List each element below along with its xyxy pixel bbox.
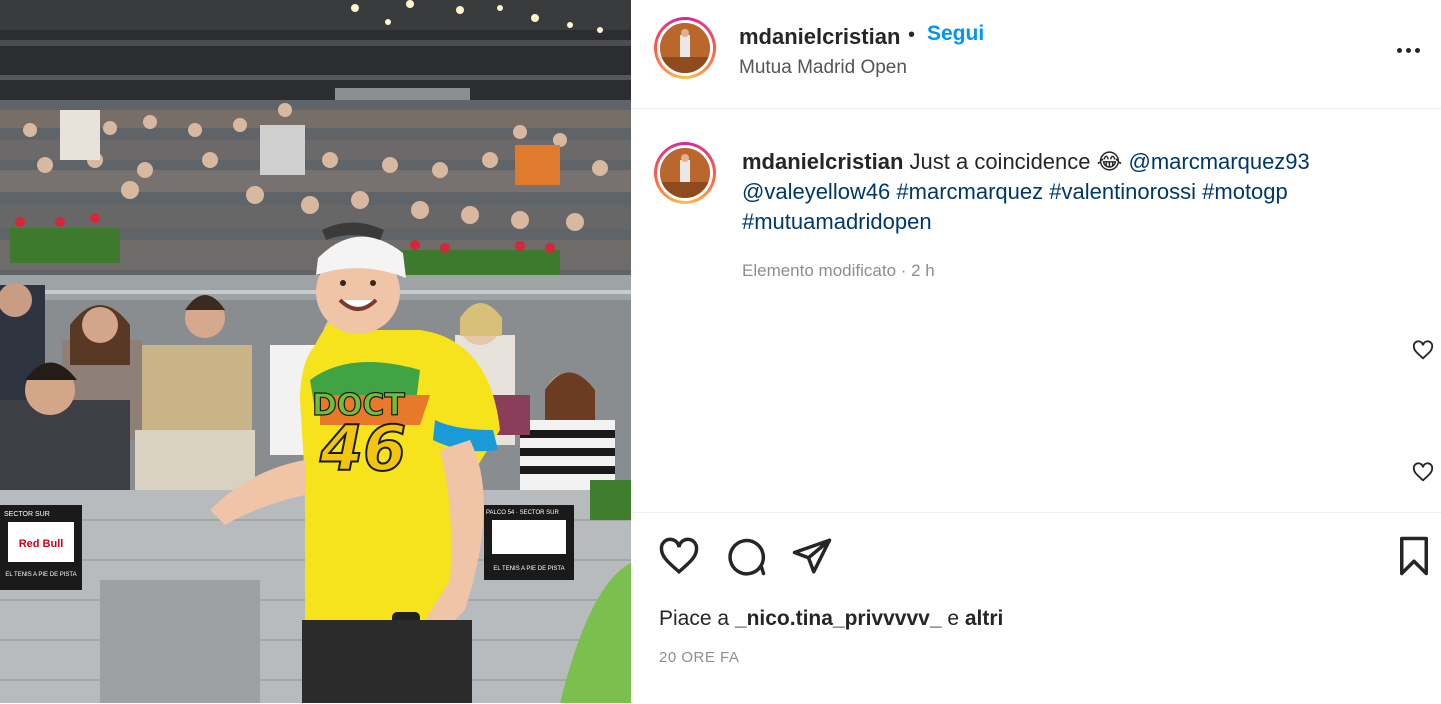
share-send-icon[interactable]: [791, 535, 833, 577]
likes-user-link[interactable]: _nico.tina_privvvvv_: [735, 607, 942, 630]
avatar[interactable]: [654, 17, 716, 79]
sign2-tagline: EL TENIS A PIE DE PISTA: [493, 566, 564, 572]
follow-button[interactable]: Segui: [927, 22, 984, 46]
comment-bubble-icon[interactable]: [725, 535, 767, 577]
post-side-panel: mdanielcristian • Segui Mutua Madrid Ope…: [631, 0, 1441, 703]
hashtag-marcmarquez[interactable]: #marcmarquez: [896, 179, 1043, 204]
header-username[interactable]: mdanielcristian: [739, 24, 900, 50]
sign2-sector: PALCO 54 · SECTOR SUR: [486, 510, 559, 516]
stadium-photo: Red Bull SECTOR SUR EL TENIS A PIE DE PI…: [0, 0, 631, 703]
caption: mdanielcristian Just a coincidence 😂 @ma…: [742, 147, 1382, 237]
caption-like-heart-icon[interactable]: [1412, 461, 1434, 483]
caption-meta: Elemento modificato · 2 h: [742, 261, 935, 280]
like-heart-icon[interactable]: [658, 535, 700, 577]
caption-avatar[interactable]: [654, 142, 716, 204]
shirt-number: 46: [319, 412, 406, 485]
likes-middle: e: [947, 607, 960, 630]
likes-summary: Piace a _nico.tina_privvvvv_ e altri: [659, 607, 1003, 631]
sign1-sector: SECTOR SUR: [4, 511, 50, 518]
sign1-tagline: EL TENIS A PIE DE PISTA: [5, 572, 76, 578]
post-header: mdanielcristian • Segui Mutua Madrid Ope…: [631, 0, 1441, 109]
caption-username[interactable]: mdanielcristian: [742, 149, 903, 174]
post-timestamp[interactable]: 20 ORE FA: [659, 649, 739, 666]
header-separator: •: [908, 24, 916, 46]
caption-avatar-image: [660, 148, 710, 198]
caption-emoji: 😂: [1096, 149, 1123, 174]
hashtag-valentinorossi[interactable]: #valentinorossi: [1049, 179, 1196, 204]
post-actions: Piace a _nico.tina_privvvvv_ e altri 20 …: [631, 512, 1441, 704]
save-bookmark-icon[interactable]: [1393, 535, 1435, 577]
comment-like-heart-icon[interactable]: [1412, 339, 1434, 361]
caption-text: Just a coincidence: [909, 149, 1091, 174]
mention-valeyellow46[interactable]: @valeyellow46: [742, 179, 890, 204]
avatar-image: [660, 23, 710, 73]
more-options-icon[interactable]: [1394, 38, 1424, 62]
post-location[interactable]: Mutua Madrid Open: [739, 57, 907, 79]
hashtag-mutuamadridopen[interactable]: #mutuamadridopen: [742, 209, 932, 234]
mention-marcmarquez93[interactable]: @marcmarquez93: [1128, 149, 1309, 174]
post-photo[interactable]: Red Bull SECTOR SUR EL TENIS A PIE DE PI…: [0, 0, 631, 703]
sign1-logo: Red Bull: [19, 538, 64, 550]
likes-others-link[interactable]: altri: [965, 607, 1004, 630]
hashtag-motogp[interactable]: #motogp: [1202, 179, 1288, 204]
likes-prefix: Piace a: [659, 607, 730, 630]
